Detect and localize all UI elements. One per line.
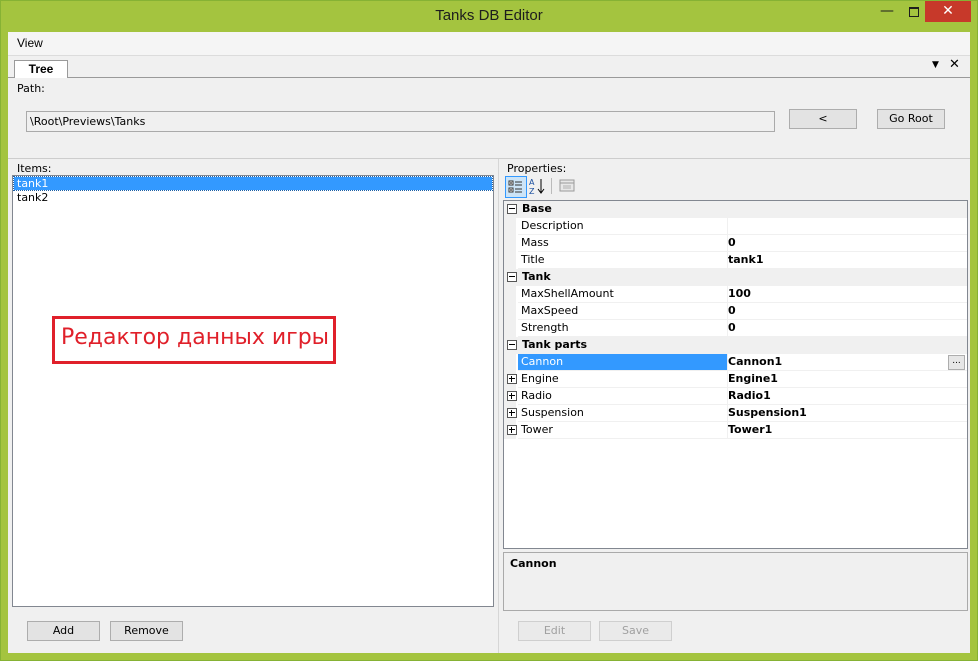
- property-row[interactable]: Title tank1: [504, 252, 967, 269]
- menu-bar: View: [8, 32, 970, 56]
- back-button[interactable]: <: [789, 109, 857, 129]
- go-root-button[interactable]: Go Root: [877, 109, 945, 129]
- minimize-button[interactable]: —: [873, 1, 901, 23]
- annotation-banner: Редактор данных игры: [52, 316, 336, 364]
- property-name: Cannon: [518, 354, 728, 371]
- property-value[interactable]: 0: [725, 235, 967, 252]
- path-field[interactable]: \Root\Previews\Tanks: [26, 111, 775, 132]
- property-name: Strength: [518, 320, 728, 337]
- svg-text:A: A: [529, 178, 535, 187]
- edit-button[interactable]: Edit: [518, 621, 591, 641]
- property-row[interactable]: Radio Radio1: [504, 388, 967, 405]
- add-button[interactable]: Add: [27, 621, 100, 641]
- maximize-button[interactable]: [901, 1, 925, 23]
- separator: [8, 158, 970, 159]
- annotation-text: Редактор данных игры: [61, 325, 330, 350]
- property-row-selected[interactable]: Cannon Cannon1 ...: [504, 354, 967, 371]
- category-tank[interactable]: Tank: [504, 269, 967, 286]
- property-value[interactable]: [725, 218, 967, 235]
- svg-text:Z: Z: [529, 187, 535, 196]
- property-row[interactable]: Engine Engine1: [504, 371, 967, 388]
- properties-toolbar: A Z: [503, 174, 967, 198]
- property-name: MaxSpeed: [518, 303, 728, 320]
- list-item[interactable]: tank1: [13, 176, 493, 191]
- property-name: Title: [518, 252, 728, 269]
- categorized-icon: [508, 180, 522, 193]
- alphabetical-view-button[interactable]: A Z: [527, 176, 547, 196]
- property-pages-icon: [559, 179, 575, 192]
- property-grid[interactable]: Base Description Mass 0 Title tank1 Tank…: [503, 200, 968, 549]
- close-window-button[interactable]: ✕: [925, 1, 971, 22]
- property-value[interactable]: Radio1: [725, 388, 967, 405]
- category-tank-parts[interactable]: Tank parts: [504, 337, 967, 354]
- property-name: Mass: [518, 235, 728, 252]
- menu-view[interactable]: View: [17, 36, 43, 50]
- property-row[interactable]: Description: [504, 218, 967, 235]
- property-row[interactable]: Suspension Suspension1: [504, 405, 967, 422]
- property-row[interactable]: Mass 0: [504, 235, 967, 252]
- tab-tree[interactable]: Tree: [14, 60, 68, 78]
- collapse-icon[interactable]: [507, 340, 517, 350]
- property-value[interactable]: Suspension1: [725, 405, 967, 422]
- property-row[interactable]: MaxShellAmount 100: [504, 286, 967, 303]
- property-row[interactable]: Strength 0: [504, 320, 967, 337]
- items-list[interactable]: tank1 tank2: [12, 175, 494, 607]
- collapse-icon[interactable]: [507, 272, 517, 282]
- window-title: Tanks DB Editor: [435, 7, 543, 24]
- list-item[interactable]: tank2: [14, 191, 492, 204]
- property-value[interactable]: 0: [725, 320, 967, 337]
- client-area: View Tree ▼ ✕ Path: \Root\Previews\Tanks…: [8, 32, 970, 653]
- property-value[interactable]: 100: [725, 286, 967, 303]
- expand-icon[interactable]: [507, 408, 517, 418]
- property-name: Description: [518, 218, 728, 235]
- property-name: Suspension: [518, 405, 728, 422]
- tab-strip: Tree ▼ ✕: [8, 56, 970, 78]
- property-value[interactable]: Cannon1: [725, 354, 967, 371]
- path-label: Path:: [17, 82, 45, 95]
- app-window: Tanks DB Editor — ✕ View Tree ▼ ✕ Path: …: [0, 0, 978, 661]
- collapse-icon[interactable]: [507, 204, 517, 214]
- property-value[interactable]: Engine1: [725, 371, 967, 388]
- description-title: Cannon: [510, 557, 557, 570]
- tab-close-icon[interactable]: ✕: [949, 57, 960, 72]
- property-description: Cannon: [503, 552, 968, 611]
- property-row[interactable]: Tower Tower1: [504, 422, 967, 439]
- property-row[interactable]: MaxSpeed 0: [504, 303, 967, 320]
- category-base[interactable]: Base: [504, 201, 967, 218]
- property-pages-button[interactable]: [557, 176, 577, 196]
- property-value[interactable]: Tower1: [725, 422, 967, 439]
- expand-icon[interactable]: [507, 374, 517, 384]
- expand-icon[interactable]: [507, 425, 517, 435]
- save-button[interactable]: Save: [599, 621, 672, 641]
- browse-button[interactable]: ...: [948, 355, 965, 370]
- maximize-icon: [909, 7, 919, 17]
- property-name: Radio: [518, 388, 728, 405]
- expand-icon[interactable]: [507, 391, 517, 401]
- property-name: Engine: [518, 371, 728, 388]
- remove-button[interactable]: Remove: [110, 621, 183, 641]
- items-label: Items:: [17, 162, 52, 175]
- property-name: Tower: [518, 422, 728, 439]
- toolbar-separator: [551, 178, 552, 194]
- categorized-view-button[interactable]: [505, 176, 527, 198]
- property-name: MaxShellAmount: [518, 286, 728, 303]
- tree-panel: Path: \Root\Previews\Tanks < Go Root Ite…: [8, 78, 970, 653]
- property-value[interactable]: tank1: [725, 252, 967, 269]
- property-value[interactable]: 0: [725, 303, 967, 320]
- title-bar[interactable]: Tanks DB Editor — ✕: [1, 1, 977, 32]
- sort-az-icon: A Z: [529, 178, 545, 196]
- tab-dropdown-icon[interactable]: ▼: [932, 60, 939, 70]
- panel-splitter[interactable]: [498, 159, 499, 653]
